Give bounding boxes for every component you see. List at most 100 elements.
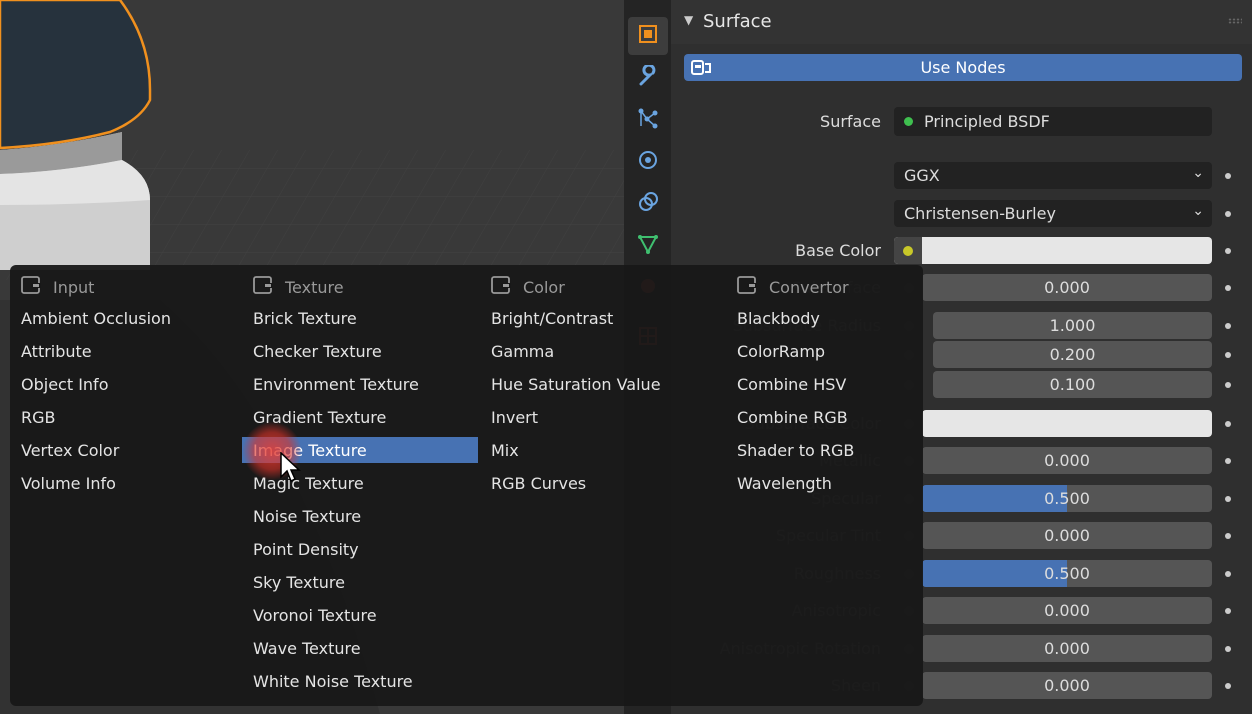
menu-item[interactable]: Brick Texture xyxy=(242,305,478,331)
menu-item[interactable]: Ambient Occlusion xyxy=(10,305,230,331)
menu-item[interactable]: Point Density xyxy=(242,536,478,562)
object-icon xyxy=(637,23,659,49)
slider-value: 0.000 xyxy=(1044,526,1090,545)
keyframe-dot[interactable] xyxy=(1225,608,1231,614)
value-slider[interactable]: 0.200 xyxy=(933,341,1212,368)
category-icon xyxy=(737,275,759,299)
keyframe-dot[interactable] xyxy=(1225,533,1231,539)
surface-shader-value: Principled BSDF xyxy=(924,112,1050,131)
surface-label: Surface xyxy=(820,112,881,131)
menu-item[interactable]: Mix xyxy=(480,437,714,463)
value-slider[interactable]: 0.000 xyxy=(922,447,1212,474)
tab-object[interactable] xyxy=(628,17,668,55)
slider-value: 0.200 xyxy=(1049,345,1096,364)
node-tree-icon xyxy=(690,57,714,83)
keyframe-dot[interactable] xyxy=(1225,421,1231,427)
subsurface-method-value: Christensen-Burley xyxy=(904,204,1056,223)
collapse-arrow-icon: ▼ xyxy=(684,13,694,27)
menu-item[interactable]: Attribute xyxy=(10,338,230,364)
value-slider[interactable]: 0.000 xyxy=(922,522,1212,549)
keyframe-dot[interactable] xyxy=(1225,248,1231,254)
tab-modifiers[interactable] xyxy=(628,59,668,97)
use-nodes-button[interactable]: Use Nodes xyxy=(684,54,1242,81)
tab-constraints[interactable] xyxy=(628,185,668,223)
use-nodes-label: Use Nodes xyxy=(920,58,1006,77)
menu-item[interactable]: Sky Texture xyxy=(242,569,478,595)
slider-value: 0.000 xyxy=(1044,639,1090,658)
keyframe-dot[interactable] xyxy=(1225,382,1231,388)
menu-item[interactable]: RGB xyxy=(10,404,230,430)
mouse-cursor-icon xyxy=(280,451,302,488)
menu-item[interactable]: White Noise Texture xyxy=(242,668,478,694)
value-slider[interactable]: 0.000 xyxy=(922,672,1212,699)
menu-column-title: Convertor xyxy=(769,277,849,297)
keyframe-dot[interactable] xyxy=(1225,683,1231,689)
keyframe-dot[interactable] xyxy=(1225,173,1231,179)
drag-grip-icon[interactable] xyxy=(1228,18,1242,24)
add-node-menu: Input Ambient Occlusion Attribute Object In… xyxy=(10,265,923,706)
value-slider[interactable]: 1.000 xyxy=(933,312,1212,339)
chevron-down-icon: ⌄ xyxy=(1192,165,1204,181)
slider-value: 0.000 xyxy=(1044,601,1090,620)
keyframe-dot[interactable] xyxy=(1225,323,1231,329)
surface-panel-header[interactable]: ▼ Surface xyxy=(671,0,1252,44)
value-slider[interactable]: 0.100 xyxy=(933,371,1212,398)
menu-item[interactable]: Environment Texture xyxy=(242,371,478,397)
menu-item[interactable]: Wave Texture xyxy=(242,635,478,661)
menu-item[interactable]: Checker Texture xyxy=(242,338,478,364)
menu-item[interactable]: Shader to RGB xyxy=(726,437,916,463)
menu-item[interactable]: Wavelength xyxy=(726,470,916,496)
keyframe-dot[interactable] xyxy=(1225,571,1231,577)
surface-shader-selector[interactable]: Principled BSDF xyxy=(894,107,1212,136)
menu-item[interactable]: Vertex Color xyxy=(10,437,230,463)
category-icon xyxy=(21,275,43,299)
menu-item[interactable]: Hue Saturation Value xyxy=(480,371,714,397)
object-data-icon xyxy=(637,233,659,259)
keyframe-dot[interactable] xyxy=(1225,646,1231,652)
tab-physics[interactable] xyxy=(628,143,668,181)
menu-column-header-texture: Texture xyxy=(253,275,344,299)
menu-item[interactable]: Voronoi Texture xyxy=(242,602,478,628)
keyframe-dot[interactable] xyxy=(1225,352,1231,358)
value-slider[interactable] xyxy=(922,410,1212,437)
menu-column-header-convertor: Convertor xyxy=(737,275,849,299)
menu-item[interactable]: ColorRamp xyxy=(726,338,916,364)
subsurface-method-dropdown[interactable]: Christensen-Burley ⌄ xyxy=(894,200,1212,227)
tab-particles[interactable] xyxy=(628,101,668,139)
distribution-value: GGX xyxy=(904,166,940,185)
menu-item[interactable]: Blackbody xyxy=(726,305,916,331)
keyframe-dot[interactable] xyxy=(1225,211,1231,217)
menu-column-title: Input xyxy=(53,277,95,297)
menu-item[interactable]: Volume Info xyxy=(10,470,230,496)
keyframe-dot[interactable] xyxy=(1225,496,1231,502)
slider-value: 0.000 xyxy=(1044,278,1090,297)
value-slider[interactable]: 0.000 xyxy=(922,274,1212,301)
menu-item[interactable]: Object Info xyxy=(10,371,230,397)
keyframe-dot[interactable] xyxy=(1225,458,1231,464)
menu-item[interactable]: RGB Curves xyxy=(480,470,714,496)
distribution-dropdown[interactable]: GGX ⌄ xyxy=(894,162,1212,189)
slider-value: 0.500 xyxy=(1044,489,1090,508)
panel-title: Surface xyxy=(703,11,772,32)
menu-item[interactable]: Combine RGB xyxy=(726,404,916,430)
menu-column-header-input: Input xyxy=(21,275,94,299)
value-slider[interactable]: 0.500 xyxy=(922,485,1212,512)
value-slider[interactable]: 0.000 xyxy=(922,597,1212,624)
category-icon xyxy=(253,275,275,299)
menu-item[interactable]: Bright/Contrast xyxy=(480,305,714,331)
shader-socket-icon xyxy=(904,117,913,126)
value-slider[interactable]: 0.500 xyxy=(922,560,1212,587)
menu-item[interactable]: Gamma xyxy=(480,338,714,364)
particles-icon xyxy=(637,107,659,133)
slider-value: 1.000 xyxy=(1049,316,1096,335)
tab-object-data[interactable] xyxy=(628,227,668,265)
keyframe-dot[interactable] xyxy=(1225,285,1231,291)
menu-item[interactable]: Invert xyxy=(480,404,714,430)
base-color-swatch[interactable] xyxy=(894,237,1212,264)
value-slider[interactable]: 0.000 xyxy=(922,635,1212,662)
chevron-down-icon: ⌄ xyxy=(1192,203,1204,219)
menu-column-header-color: Color xyxy=(491,275,565,299)
menu-item[interactable]: Combine HSV xyxy=(726,371,916,397)
menu-item[interactable]: Noise Texture xyxy=(242,503,478,529)
physics-icon xyxy=(637,149,659,175)
